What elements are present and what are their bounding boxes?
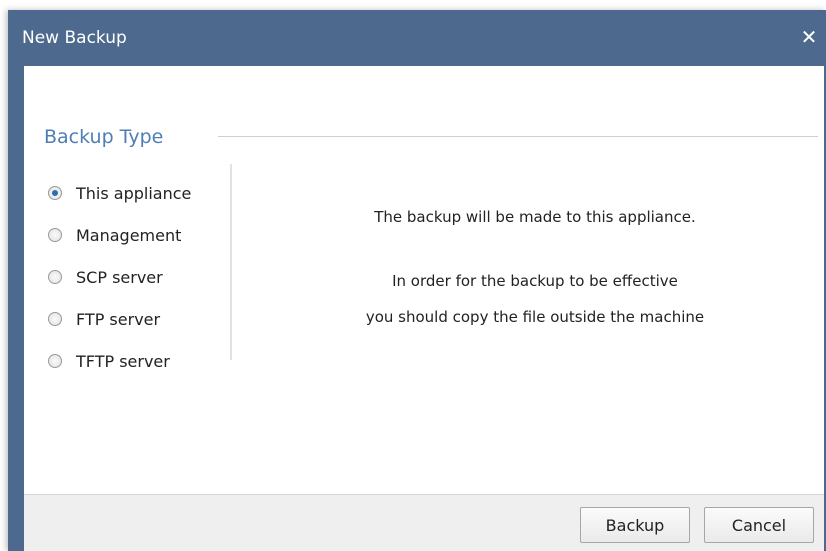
radio-option-management[interactable]: Management bbox=[48, 214, 238, 256]
backup-description: The backup will be made to this applianc… bbox=[246, 206, 824, 328]
radio-option-tftp-server[interactable]: TFTP server bbox=[48, 340, 238, 382]
radio-button[interactable] bbox=[48, 270, 62, 284]
dialog-titlebar[interactable]: New Backup ✕ bbox=[8, 10, 826, 66]
vertical-divider bbox=[230, 164, 232, 360]
dialog-title: New Backup bbox=[22, 28, 127, 48]
description-line: The backup will be made to this applianc… bbox=[374, 208, 696, 226]
cancel-button[interactable]: Cancel bbox=[704, 507, 814, 543]
radio-option-scp-server[interactable]: SCP server bbox=[48, 256, 238, 298]
fieldset-divider bbox=[218, 136, 818, 137]
close-icon[interactable]: ✕ bbox=[796, 24, 822, 50]
backup-type-options: This appliance Management SCP server FTP… bbox=[48, 172, 238, 382]
radio-label: FTP server bbox=[76, 309, 161, 329]
description-line: In order for the backup to be effective bbox=[392, 272, 678, 290]
dialog-window: New Backup ✕ Backup Type This appliance … bbox=[8, 10, 826, 551]
radio-button[interactable] bbox=[48, 354, 62, 368]
backup-type-legend: Backup Type bbox=[44, 126, 174, 148]
radio-option-ftp-server[interactable]: FTP server bbox=[48, 298, 238, 340]
description-line: you should copy the file outside the mac… bbox=[365, 308, 705, 326]
radio-label: Management bbox=[76, 225, 182, 245]
radio-button[interactable] bbox=[48, 312, 62, 326]
dialog-content: Backup Type This appliance Management SC… bbox=[24, 66, 824, 494]
radio-label: TFTP server bbox=[76, 351, 170, 371]
backup-button[interactable]: Backup bbox=[580, 507, 690, 543]
radio-button[interactable] bbox=[48, 186, 62, 200]
backup-type-fieldset: Backup Type bbox=[44, 126, 818, 150]
radio-label: SCP server bbox=[76, 267, 163, 287]
radio-option-this-appliance[interactable]: This appliance bbox=[48, 172, 238, 214]
radio-label: This appliance bbox=[76, 183, 192, 203]
radio-button[interactable] bbox=[48, 228, 62, 242]
dialog-footer: Backup Cancel bbox=[24, 494, 824, 551]
